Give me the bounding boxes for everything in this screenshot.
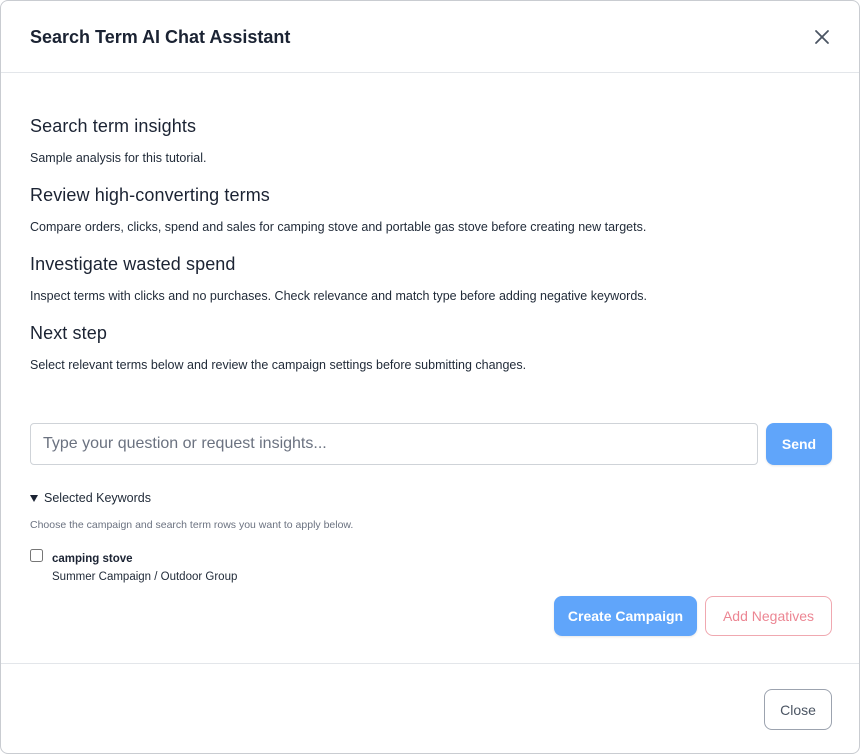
section-heading-wasted-spend: Investigate wasted spend xyxy=(30,254,236,274)
send-button[interactable]: Send xyxy=(766,423,832,465)
section-text-next-step: Select relevant terms below and review t… xyxy=(30,358,527,372)
chat-assistant-modal: Search Term AI Chat Assistant Search ter… xyxy=(0,0,860,754)
section-text-insights: Sample analysis for this tutorial. xyxy=(30,151,207,165)
add-negatives-button[interactable]: Add Negatives xyxy=(705,596,832,636)
modal-body: Search term insights Sample analysis for… xyxy=(1,73,859,663)
modal-close-button[interactable] xyxy=(809,24,835,50)
modal-footer: Close xyxy=(1,663,859,753)
keyword-checkbox[interactable] xyxy=(30,549,43,562)
caret-down-icon xyxy=(30,494,38,502)
close-icon xyxy=(815,30,829,44)
section-heading-insights: Search term insights xyxy=(30,116,197,136)
section-text-wasted-spend: Inspect terms with clicks and no purchas… xyxy=(30,289,647,303)
section-heading-high-converting: Review high-converting terms xyxy=(30,185,270,205)
modal-header: Search Term AI Chat Assistant xyxy=(1,1,859,73)
section-text-high-converting: Compare orders, clicks, spend and sales … xyxy=(30,220,647,234)
modal-title: Search Term AI Chat Assistant xyxy=(30,27,291,47)
keyword-campaign: Summer Campaign / Outdoor Group xyxy=(52,571,238,583)
chat-input[interactable] xyxy=(30,423,758,465)
create-campaign-button[interactable]: Create Campaign xyxy=(554,596,697,636)
selected-keywords-toggle[interactable]: Selected Keywords xyxy=(30,491,151,505)
close-button[interactable]: Close xyxy=(764,689,832,730)
section-heading-next-step: Next step xyxy=(30,323,107,343)
selected-keywords-label: Selected Keywords xyxy=(44,491,152,505)
keyword-term: camping stove xyxy=(52,553,133,565)
selected-keywords-hint: Choose the campaign and search term rows… xyxy=(30,519,354,531)
